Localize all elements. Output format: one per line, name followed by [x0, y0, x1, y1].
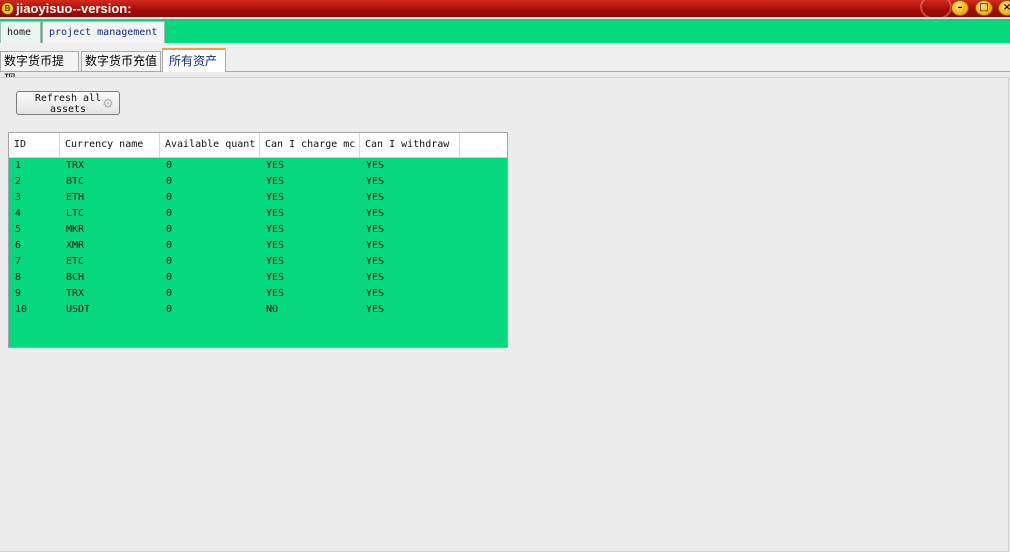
cell-available: 0	[166, 224, 173, 235]
table-row[interactable]: 10 USDT 0 NO YES	[9, 302, 507, 318]
cell-id: 4	[15, 208, 22, 219]
cell-available: 0	[166, 304, 173, 315]
column-header-id[interactable]: ID	[9, 133, 60, 157]
cell-available: 0	[166, 208, 173, 219]
cell-currency: MKR	[66, 224, 85, 235]
cell-available: 0	[166, 288, 173, 299]
maximize-button[interactable]: □	[975, 0, 993, 16]
cell-currency: TRX	[66, 160, 85, 171]
cell-can-charge: YES	[266, 256, 285, 267]
cell-available: 0	[166, 160, 173, 171]
cell-can-withdraw: YES	[366, 272, 385, 283]
cell-id: 8	[15, 272, 22, 283]
cell-id: 9	[15, 288, 22, 299]
cell-id: 2	[15, 176, 22, 187]
cell-currency: LTC	[66, 208, 85, 219]
cell-currency: TRX	[66, 288, 85, 299]
window-title: jiaoyisuo--version:	[16, 1, 132, 16]
table-row[interactable]: 1 TRX 0 YES YES	[9, 158, 507, 174]
app-icon: B	[1, 2, 14, 15]
table-row[interactable]: 6 XMR 0 YES YES	[9, 238, 507, 254]
table-header: ID Currency name Available quant Can I c…	[9, 133, 507, 158]
table-row[interactable]: 7 ETC 0 YES YES	[9, 254, 507, 270]
column-header-currency-name[interactable]: Currency name	[60, 133, 160, 157]
refresh-button-label-line2: assets	[49, 104, 87, 115]
minimize-button[interactable]: –	[951, 0, 969, 16]
main-tab-bar: home project management	[0, 19, 1010, 43]
tab-deposit[interactable]: 数字货币充值	[81, 51, 161, 71]
column-header-can-charge[interactable]: Can I charge mc	[260, 133, 360, 157]
refresh-all-assets-button[interactable]: Refresh all assets ⚙	[16, 91, 120, 115]
cell-id: 6	[15, 240, 22, 251]
close-button[interactable]: ×	[998, 0, 1010, 16]
cell-currency: ETH	[66, 192, 85, 203]
cell-id: 5	[15, 224, 22, 235]
cell-can-charge: NO	[266, 304, 279, 315]
assets-table[interactable]: ID Currency name Available quant Can I c…	[8, 132, 508, 348]
cell-can-charge: YES	[266, 240, 285, 251]
cell-id: 10	[15, 304, 28, 315]
cell-available: 0	[166, 240, 173, 251]
decorative-swirl-icon	[920, 0, 952, 17]
table-row[interactable]: 4 LTC 0 YES YES	[9, 206, 507, 222]
cell-can-withdraw: YES	[366, 192, 385, 203]
gear-icon: ⚙	[103, 93, 113, 112]
cell-can-withdraw: YES	[366, 160, 385, 171]
sub-tab-bar: 数字货币提现 数字货币充值 所有资产	[0, 43, 1010, 86]
cell-can-withdraw: YES	[366, 224, 385, 235]
cell-can-withdraw: YES	[366, 176, 385, 187]
cell-can-withdraw: YES	[366, 208, 385, 219]
table-row[interactable]: 8 BCH 0 YES YES	[9, 270, 507, 286]
cell-currency: XMR	[66, 240, 85, 251]
table-row[interactable]: 9 TRX 0 YES YES	[9, 286, 507, 302]
cell-can-withdraw: YES	[366, 240, 385, 251]
cell-id: 3	[15, 192, 22, 203]
cell-can-charge: YES	[266, 176, 285, 187]
cell-currency: BCH	[66, 272, 85, 283]
cell-can-withdraw: YES	[366, 304, 385, 315]
cell-id: 7	[15, 256, 22, 267]
cell-available: 0	[166, 272, 173, 283]
cell-can-withdraw: YES	[366, 288, 385, 299]
cell-available: 0	[166, 192, 173, 203]
table-row[interactable]: 5 MKR 0 YES YES	[9, 222, 507, 238]
table-row[interactable]: 3 ETH 0 YES YES	[9, 190, 507, 206]
cell-can-withdraw: YES	[366, 256, 385, 267]
cell-can-charge: YES	[266, 160, 285, 171]
cell-id: 1	[15, 160, 22, 171]
tab-withdraw[interactable]: 数字货币提现	[0, 51, 79, 86]
cell-can-charge: YES	[266, 192, 285, 203]
column-header-can-withdraw[interactable]: Can I withdraw	[360, 133, 460, 157]
cell-available: 0	[166, 256, 173, 267]
cell-can-charge: YES	[266, 272, 285, 283]
tab-project-management[interactable]: project management	[42, 21, 165, 43]
table-body: 1 TRX 0 YES YES 2 BTC 0 YES YES 3 ETH 0 …	[9, 158, 507, 318]
tab-home[interactable]: home	[0, 21, 41, 43]
cell-can-charge: YES	[266, 224, 285, 235]
cell-can-charge: YES	[266, 288, 285, 299]
title-bar[interactable]: B jiaoyisuo--version: – □ ×	[0, 0, 1010, 17]
cell-currency: USDT	[66, 304, 91, 315]
cell-can-charge: YES	[266, 208, 285, 219]
cell-available: 0	[166, 176, 173, 187]
column-header-available-quantity[interactable]: Available quant	[160, 133, 260, 157]
cell-currency: BTC	[66, 176, 85, 187]
tab-all-assets[interactable]: 所有资产	[162, 48, 226, 72]
cell-currency: ETC	[66, 256, 85, 267]
table-row[interactable]: 2 BTC 0 YES YES	[9, 174, 507, 190]
refresh-button-label-line1: Refresh all	[34, 93, 102, 104]
